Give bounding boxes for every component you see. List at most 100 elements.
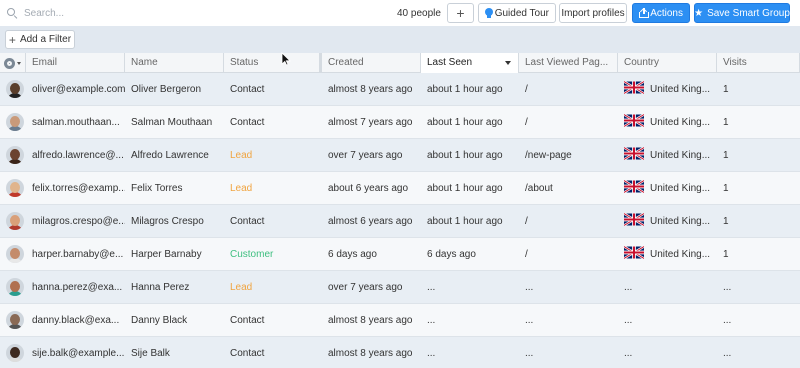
uk-flag-icon xyxy=(624,180,644,194)
actions-button[interactable]: Actions xyxy=(632,3,690,23)
mouse-cursor-icon xyxy=(281,52,291,66)
column-header-status[interactable]: Status xyxy=(224,53,322,73)
status-cell: Contact xyxy=(230,83,265,95)
search-box[interactable] xyxy=(6,5,286,21)
avatar xyxy=(6,278,24,296)
status-cell: Lead xyxy=(230,149,253,161)
chevron-down-icon xyxy=(17,61,21,65)
table-row[interactable]: harper.barnaby@e... Harper Barnaby Custome… xyxy=(0,238,800,271)
name-cell[interactable]: Milagros Crespo xyxy=(125,205,224,238)
last-viewed-page-cell: / xyxy=(525,83,528,95)
visits-cell: 1 xyxy=(723,182,729,194)
email-cell[interactable]: milagros.crespo@e... xyxy=(26,205,125,238)
name-cell[interactable]: Hanna Perez xyxy=(125,271,224,304)
column-header-created[interactable]: Created xyxy=(322,53,421,73)
table-row[interactable]: salman.mouthaan... Salman Mouthaan Contact… xyxy=(0,106,800,139)
column-header-country[interactable]: Country xyxy=(618,53,717,73)
country-label: United King... xyxy=(650,215,711,227)
search-input[interactable] xyxy=(24,7,264,19)
email-cell[interactable]: harper.barnaby@e... xyxy=(26,238,125,271)
avatar xyxy=(6,212,24,230)
name-cell[interactable]: Danny Black xyxy=(125,304,224,337)
last-viewed-page-cell: ... xyxy=(525,314,534,326)
country-cell: ... xyxy=(618,271,717,304)
table-row[interactable]: hanna.perez@exa... Hanna Perez Lead over 7 … xyxy=(0,271,800,304)
column-header-email[interactable]: Email xyxy=(26,53,125,73)
email-cell[interactable]: hanna.perez@exa... xyxy=(26,271,125,304)
avatar-cell xyxy=(0,172,26,205)
column-header-last-seen-label: Last Seen xyxy=(427,57,473,68)
actions-label: Actions xyxy=(650,7,683,19)
country-label: United King... xyxy=(650,83,711,95)
country-label: ... xyxy=(624,314,633,326)
add-person-button[interactable]: + xyxy=(447,3,474,23)
name-cell[interactable]: Harper Barnaby xyxy=(125,238,224,271)
country-cell: United King... xyxy=(618,73,717,106)
country-cell: United King... xyxy=(618,238,717,271)
people-table: Email Name Status Created Last Seen Last… xyxy=(0,53,800,368)
import-profiles-label: Import profiles xyxy=(561,7,625,19)
created-cell: 6 days ago xyxy=(328,248,377,260)
last-seen-cell: about 1 hour ago xyxy=(427,116,503,128)
plus-icon: + xyxy=(8,32,16,47)
country-label: United King... xyxy=(650,248,711,260)
last-viewed-page-cell: / xyxy=(525,116,528,128)
created-cell: almost 6 years ago xyxy=(328,215,413,227)
avatar-cell xyxy=(0,271,26,304)
email-cell[interactable]: danny.black@exa... xyxy=(26,304,125,337)
email-cell[interactable]: salman.mouthaan... xyxy=(26,106,125,139)
lightbulb-icon xyxy=(485,8,493,18)
table-row[interactable]: milagros.crespo@e... Milagros Crespo Conta… xyxy=(0,205,800,238)
uk-flag-icon xyxy=(624,147,644,161)
table-row[interactable]: danny.black@exa... Danny Black Contact almo… xyxy=(0,304,800,337)
country-label: ... xyxy=(624,281,633,293)
top-toolbar: 40 people + Guided Tour Import profiles … xyxy=(0,0,800,26)
table-row[interactable]: felix.torres@examp... Felix Torres Lead abo… xyxy=(0,172,800,205)
save-smart-group-button[interactable]: ★ Save Smart Group xyxy=(694,3,790,23)
visits-cell: ... xyxy=(723,347,732,359)
table-row[interactable]: alfredo.lawrence@... Alfredo Lawrence Lead… xyxy=(0,139,800,172)
guided-tour-button[interactable]: Guided Tour xyxy=(478,3,556,23)
created-cell: over 7 years ago xyxy=(328,281,403,293)
uk-flag-icon xyxy=(624,246,644,260)
avatar-cell xyxy=(0,73,26,106)
add-filter-label: Add a Filter xyxy=(19,34,72,45)
add-filter-button[interactable]: + Add a Filter xyxy=(5,30,75,49)
status-cell: Contact xyxy=(230,347,265,359)
name-cell[interactable]: Felix Torres xyxy=(125,172,224,205)
name-cell[interactable]: Sije Balk xyxy=(125,337,224,368)
visits-cell: ... xyxy=(723,314,732,326)
table-header: Email Name Status Created Last Seen Last… xyxy=(0,53,800,73)
name-cell[interactable]: Alfredo Lawrence xyxy=(125,139,224,172)
status-cell: Contact xyxy=(230,215,265,227)
last-seen-cell: about 1 hour ago xyxy=(427,149,503,161)
country-label: United King... xyxy=(650,182,711,194)
last-seen-cell: about 1 hour ago xyxy=(427,182,503,194)
avatar xyxy=(6,80,24,98)
status-cell: Customer xyxy=(230,248,274,260)
avatar-cell xyxy=(0,304,26,337)
star-icon: ★ xyxy=(694,7,704,19)
email-cell[interactable]: alfredo.lawrence@... xyxy=(26,139,125,172)
column-header-visits[interactable]: Visits xyxy=(717,53,800,73)
column-header-name[interactable]: Name xyxy=(125,53,224,73)
created-cell: almost 8 years ago xyxy=(328,347,413,359)
column-header-last-seen[interactable]: Last Seen xyxy=(421,53,519,73)
filter-bar: + Add a Filter xyxy=(0,26,800,53)
email-cell[interactable]: sije.balk@example... xyxy=(26,337,125,368)
table-row[interactable]: sije.balk@example... Sije Balk Contact almo… xyxy=(0,337,800,368)
name-cell[interactable]: Salman Mouthaan xyxy=(125,106,224,139)
column-settings-button[interactable] xyxy=(0,53,26,73)
last-viewed-page-cell: / xyxy=(525,215,528,227)
avatar-cell xyxy=(0,337,26,368)
avatar xyxy=(6,344,24,362)
email-cell[interactable]: felix.torres@examp... xyxy=(26,172,125,205)
column-header-last-viewed-page[interactable]: Last Viewed Pag... xyxy=(519,53,618,73)
email-cell[interactable]: oliver@example.com xyxy=(26,73,125,106)
avatar xyxy=(6,113,24,131)
table-row[interactable]: oliver@example.com Oliver Bergeron Contact… xyxy=(0,73,800,106)
created-cell: over 7 years ago xyxy=(328,149,403,161)
name-cell[interactable]: Oliver Bergeron xyxy=(125,73,224,106)
import-profiles-button[interactable]: Import profiles xyxy=(559,3,627,23)
avatar-cell xyxy=(0,238,26,271)
